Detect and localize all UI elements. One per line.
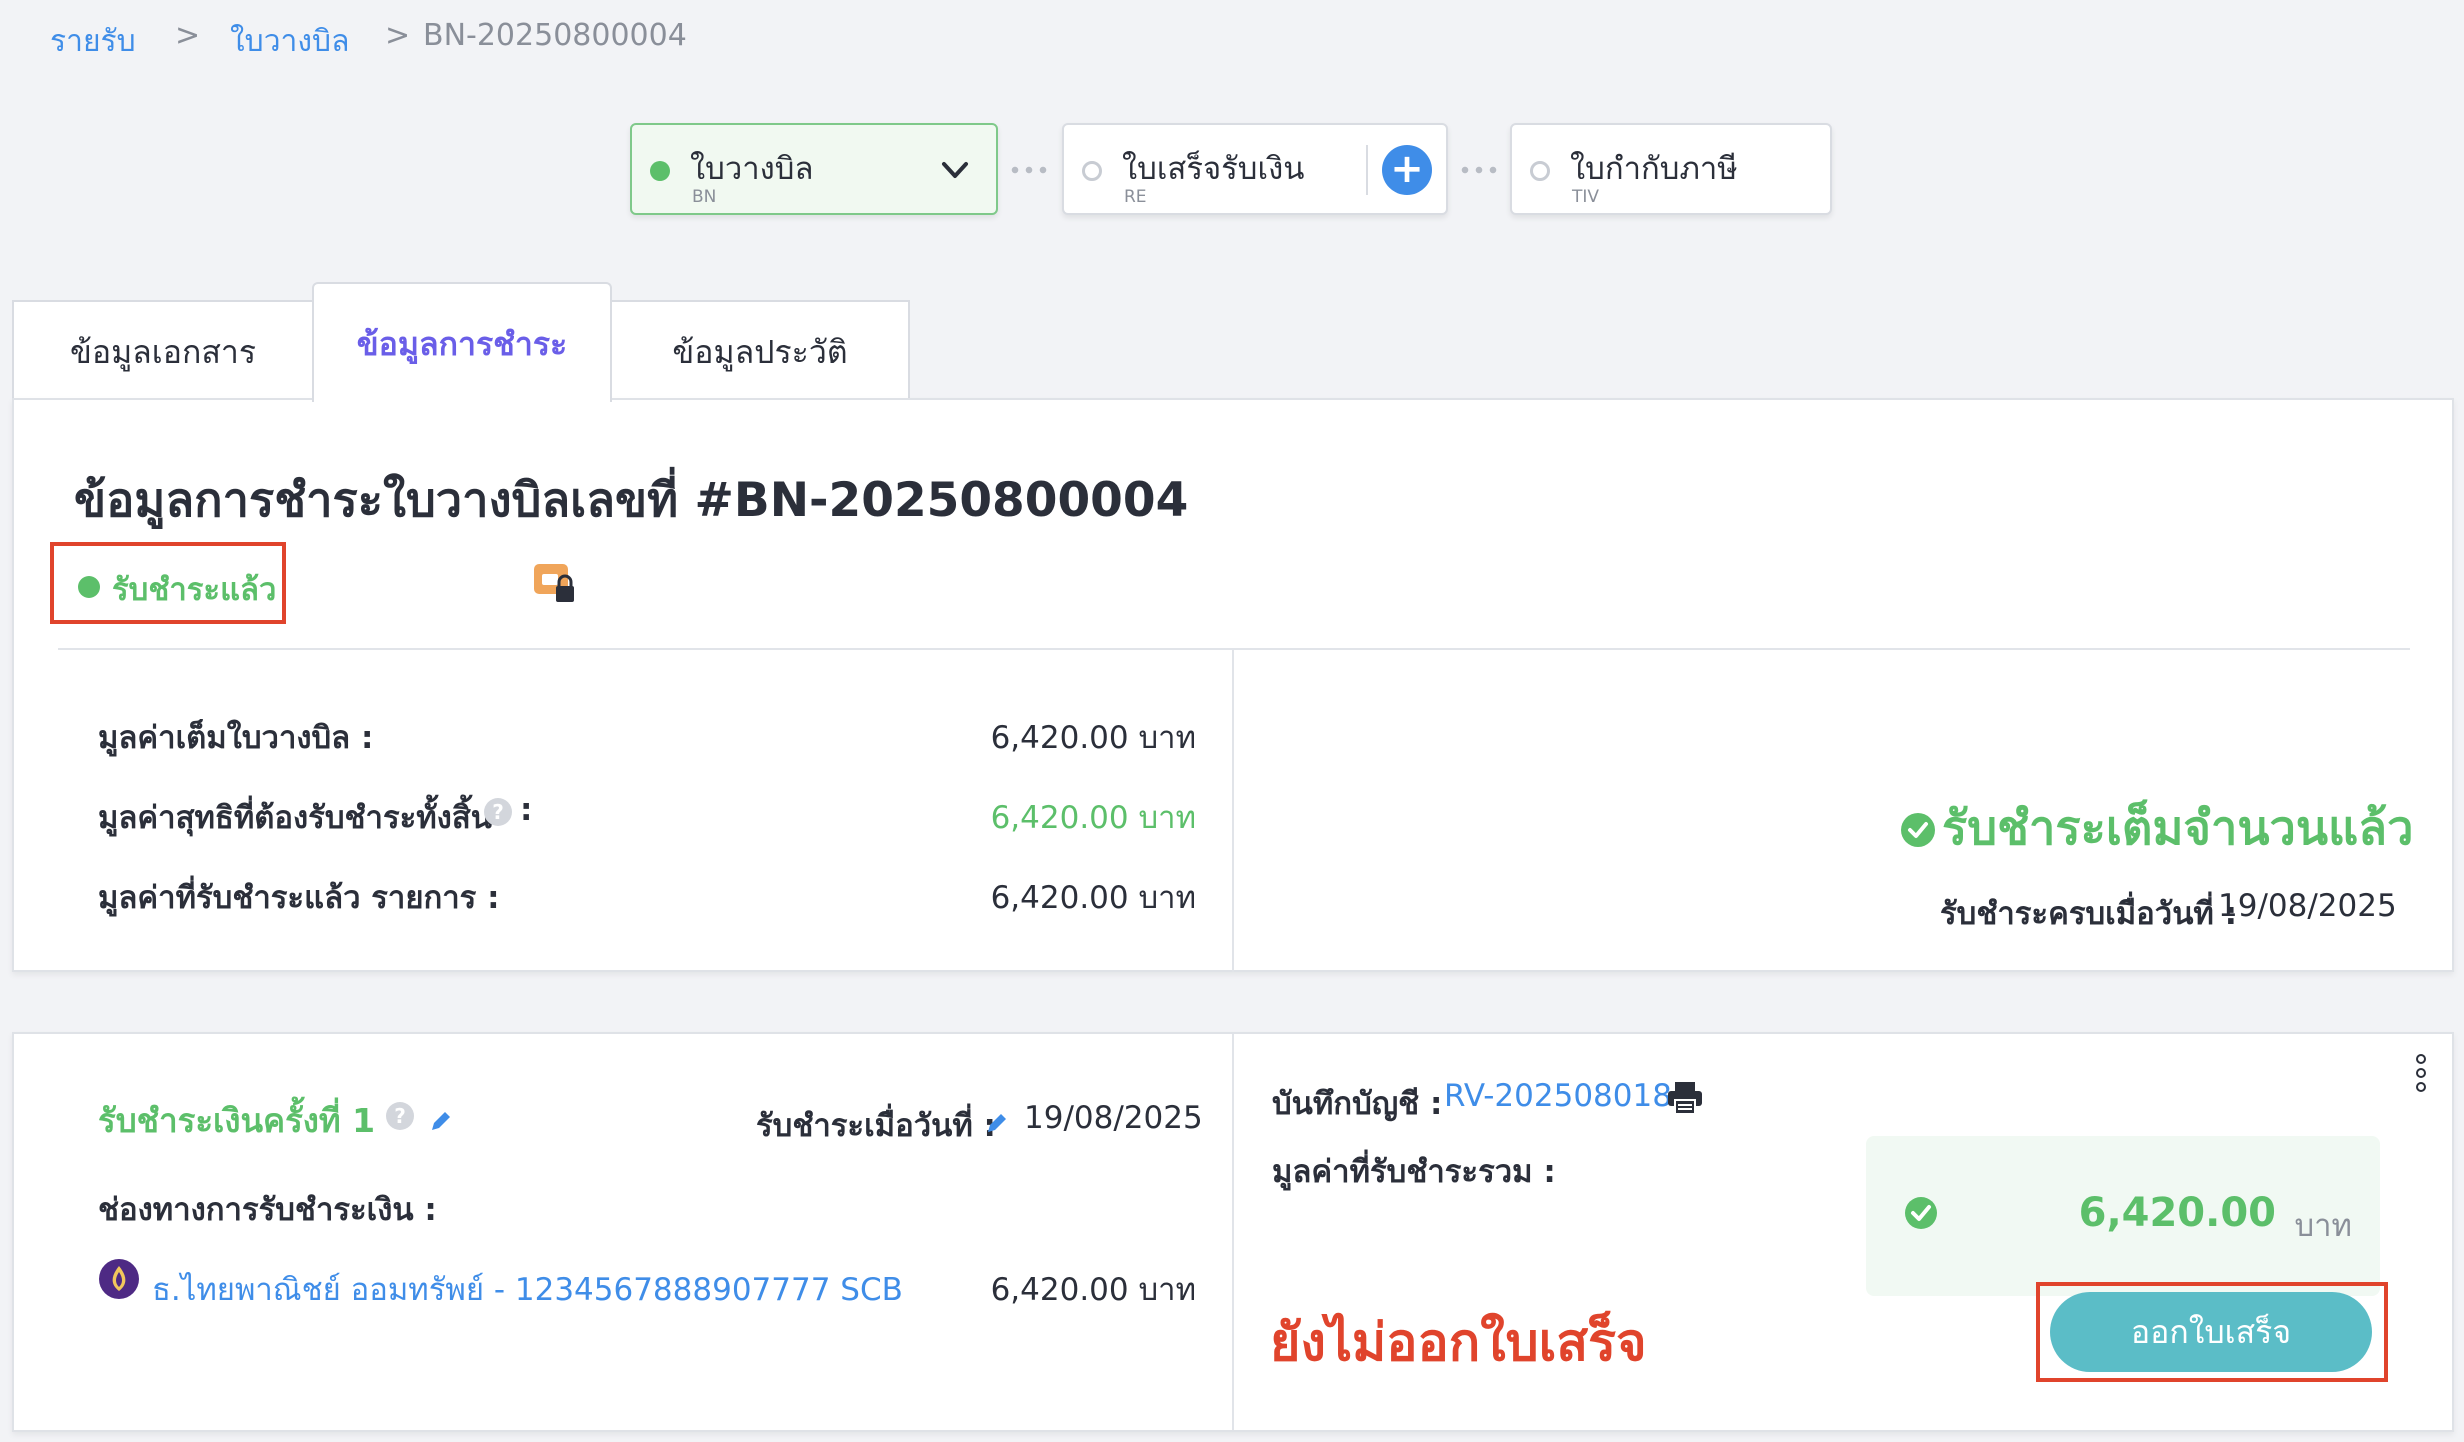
payment-channel-link[interactable]: ธ.ไทยพาณิชย์ ออมทรัพย์ - 123456788890777… xyxy=(152,1264,903,1314)
lock-icon xyxy=(534,564,574,602)
workflow-step-receipt[interactable]: ใบเสร็จรับเงิน RE + xyxy=(1062,123,1448,215)
net-amount-colon: : xyxy=(520,792,533,828)
payment-title: รับชำระเงินครั้งที่ 1 xyxy=(98,1101,376,1140)
paid-date-value: 19/08/2025 xyxy=(2218,888,2397,924)
page-title: ข้อมูลการชำระใบวางบิลเลขที่ #BN-20250800… xyxy=(74,473,1189,528)
step-code: RE xyxy=(1124,187,1147,207)
paid-amount-value: 6,420.00 บาท xyxy=(990,880,1196,916)
tab-history-info[interactable]: ข้อมูลประวัติ xyxy=(610,300,910,400)
step-code: BN xyxy=(692,187,717,207)
scb-bank-icon xyxy=(99,1259,139,1299)
edit-icon[interactable] xyxy=(984,1110,1010,1136)
breadcrumb-separator: > xyxy=(175,18,201,53)
breadcrumb-item-income[interactable]: รายรับ xyxy=(50,18,136,65)
step-label: ใบวางบิล xyxy=(690,151,814,187)
printer-icon[interactable] xyxy=(1666,1080,1704,1116)
total-amount-unit: บาท xyxy=(2294,1208,2352,1244)
payment-detail-card: รับชำระเงินครั้งที่ 1 ? รับชำระเมื่อวันท… xyxy=(12,1032,2454,1432)
tab-payment-info[interactable]: ข้อมูลการชำระ xyxy=(312,282,612,402)
tab-document-info[interactable]: ข้อมูลเอกสาร xyxy=(12,300,314,400)
breadcrumb-current: BN-20250800004 xyxy=(423,18,687,53)
help-icon[interactable]: ? xyxy=(484,798,512,826)
chevron-down-icon[interactable] xyxy=(938,153,972,187)
status-highlight: รับชำระแล้ว xyxy=(50,542,286,624)
breadcrumb-separator: > xyxy=(385,18,411,53)
divider xyxy=(58,648,2410,650)
payment-date-label: รับชำระเมื่อวันที่ : xyxy=(756,1108,996,1144)
help-icon[interactable]: ? xyxy=(386,1102,414,1130)
workflow-connector xyxy=(1458,166,1498,174)
workflow-step-billing[interactable]: ใบวางบิล BN xyxy=(630,123,998,215)
issue-receipt-highlight: ออกใบเสร็จ xyxy=(2036,1282,2388,1382)
more-options-icon[interactable] xyxy=(2414,1052,2428,1094)
paid-date-label: รับชำระครบเมื่อวันที่ : xyxy=(1940,896,2238,932)
total-amount-label: มูลค่าที่รับชำระรวม : xyxy=(1272,1154,1556,1190)
divider xyxy=(1232,650,1234,972)
account-label: บันทึกบัญชี : xyxy=(1272,1086,1443,1122)
edit-icon[interactable] xyxy=(428,1108,454,1134)
breadcrumb: รายรับ > ใบวางบิล > BN-20250800004 xyxy=(0,0,800,70)
net-amount-value: 6,420.00 บาท xyxy=(990,800,1196,836)
step-label: ใบกำกับภาษี xyxy=(1570,151,1738,187)
status-badge: รับชำระแล้ว xyxy=(112,572,277,608)
total-amount-box: 6,420.00 บาท xyxy=(1866,1136,2380,1296)
payment-date-value: 19/08/2025 xyxy=(1024,1100,1203,1136)
check-circle-icon xyxy=(1901,813,1935,847)
full-paid-status: รับชำระเต็มจำนวนแล้ว xyxy=(1942,801,2414,856)
step-code: TIV xyxy=(1572,187,1600,207)
step-label: ใบเสร็จรับเงิน xyxy=(1122,151,1305,187)
add-receipt-button[interactable]: + xyxy=(1382,145,1432,195)
workflow-connector xyxy=(1008,166,1048,174)
total-amount-value: 6,420.00 xyxy=(2078,1190,2276,1236)
status-dot xyxy=(650,161,670,181)
paid-amount-label: มูลค่าที่รับชำระแล้ว รายการ : xyxy=(98,880,500,916)
divider xyxy=(1232,1034,1234,1430)
breadcrumb-item-billing[interactable]: ใบวางบิล xyxy=(230,18,349,65)
payment-channel-amount: 6,420.00 บาท xyxy=(990,1272,1196,1308)
payment-summary-card: ข้อมูลการชำระใบวางบิลเลขที่ #BN-20250800… xyxy=(12,398,2454,972)
status-dot xyxy=(78,576,100,598)
status-dot xyxy=(1530,161,1550,181)
account-ref-link[interactable]: RV-202508018 xyxy=(1444,1078,1672,1114)
full-bill-value: 6,420.00 บาท xyxy=(990,720,1196,756)
workflow-step-tax-invoice[interactable]: ใบกำกับภาษี TIV xyxy=(1510,123,1832,215)
status-dot xyxy=(1082,161,1102,181)
receipt-status: ยังไม่ออกใบเสร็จ xyxy=(1270,1313,1647,1373)
issue-receipt-button[interactable]: ออกใบเสร็จ xyxy=(2050,1292,2372,1372)
net-amount-label: มูลค่าสุทธิที่ต้องรับชำระทั้งสิ้น xyxy=(98,800,492,836)
divider xyxy=(1366,145,1368,195)
check-circle-icon xyxy=(1905,1197,1937,1229)
payment-channel-label: ช่องทางการรับชำระเงิน : xyxy=(98,1192,437,1228)
full-bill-label: มูลค่าเต็มใบวางบิล : xyxy=(98,720,374,756)
